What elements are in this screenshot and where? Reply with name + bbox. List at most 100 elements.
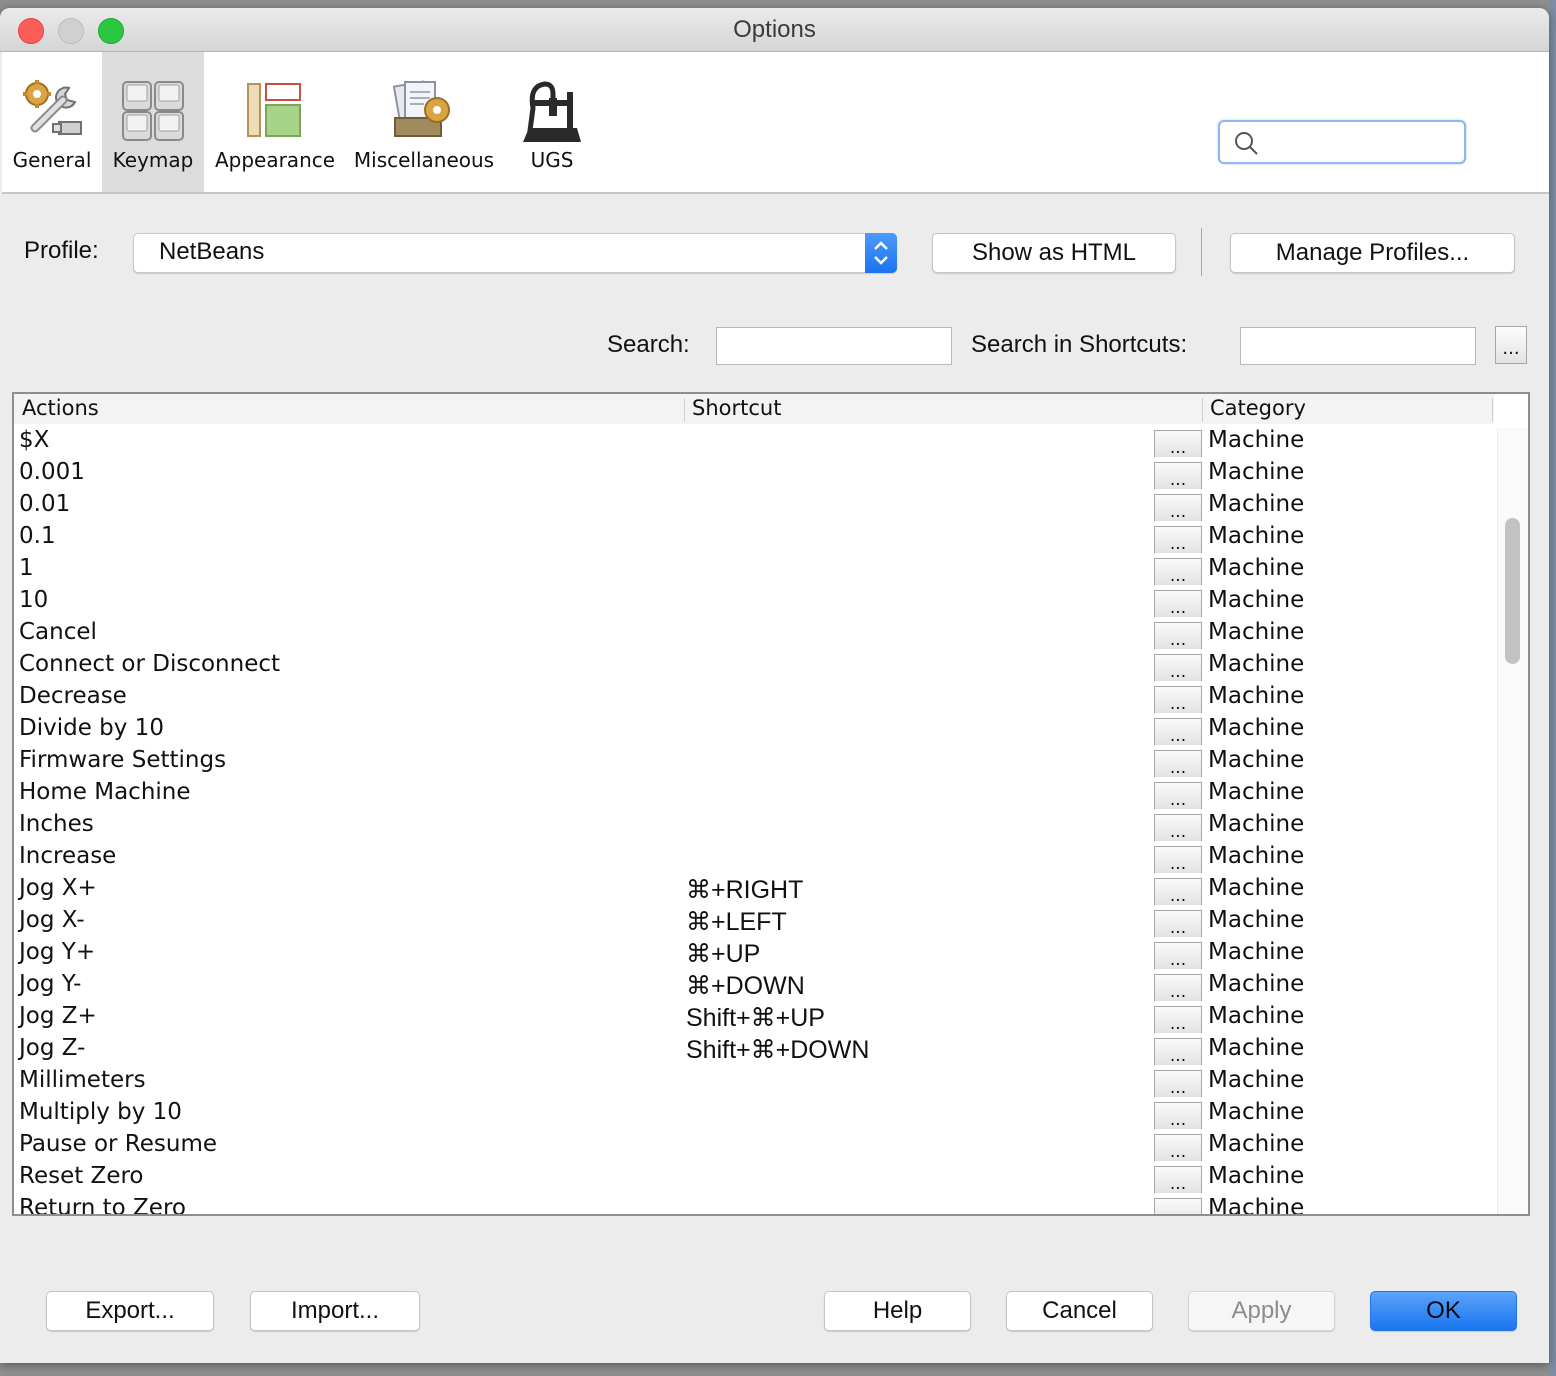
edit-shortcut-button[interactable]: ...	[1154, 1006, 1202, 1034]
category-general[interactable]: General	[2, 52, 102, 192]
table-row[interactable]: Increase... Machine	[14, 842, 1494, 874]
edit-shortcut-button[interactable]: ...	[1154, 910, 1202, 938]
edit-shortcut-button[interactable]: ...	[1154, 462, 1202, 490]
table-row[interactable]: Return to Zero... Machine	[14, 1194, 1494, 1216]
edit-shortcut-button[interactable]: ...	[1154, 1166, 1202, 1194]
category-label: UGS	[530, 148, 574, 172]
shortcut-cell[interactable]: Shift+⌘+DOWN	[686, 1035, 869, 1065]
table-row[interactable]: Jog Y- ⌘+DOWN... Machine	[14, 970, 1494, 1002]
export-button[interactable]: Export...	[46, 1291, 214, 1331]
vertical-scrollbar[interactable]	[1497, 428, 1528, 1214]
edit-shortcut-button[interactable]: ...	[1154, 878, 1202, 906]
edit-shortcut-button[interactable]: ...	[1154, 494, 1202, 522]
shortcut-cell[interactable]: ⌘+RIGHT	[686, 875, 803, 905]
edit-shortcut-button[interactable]: ...	[1154, 1102, 1202, 1130]
help-button[interactable]: Help	[824, 1291, 971, 1331]
edit-shortcut-button[interactable]: ...	[1154, 974, 1202, 1002]
table-row[interactable]: Millimeters... Machine	[14, 1066, 1494, 1098]
column-divider[interactable]	[1202, 398, 1203, 422]
action-cell: Decrease	[19, 683, 127, 709]
table-row[interactable]: Cancel... Machine	[14, 618, 1494, 650]
column-divider	[1492, 398, 1493, 422]
table-row[interactable]: Jog X+ ⌘+RIGHT... Machine	[14, 874, 1494, 906]
edit-shortcut-button[interactable]: ...	[1154, 846, 1202, 874]
table-row[interactable]: Jog Z+ Shift+⌘+UP... Machine	[14, 1002, 1494, 1034]
background-window	[1549, 0, 1556, 1376]
table-row[interactable]: Reset Zero... Machine	[14, 1162, 1494, 1194]
table-row[interactable]: 0.001... Machine	[14, 458, 1494, 490]
table-row[interactable]: Pause or Resume... Machine	[14, 1130, 1494, 1162]
manage-profiles-button[interactable]: Manage Profiles...	[1230, 233, 1515, 273]
edit-shortcut-button[interactable]: ...	[1154, 942, 1202, 970]
edit-shortcut-button[interactable]: ...	[1154, 782, 1202, 810]
edit-shortcut-button[interactable]: ...	[1154, 654, 1202, 682]
edit-shortcut-button[interactable]: ...	[1154, 1038, 1202, 1066]
shortcut-cell[interactable]: ⌘+UP	[686, 939, 760, 969]
category-cell: Machine	[1208, 1035, 1305, 1061]
title-bar[interactable]: Options	[0, 8, 1549, 52]
category-appearance[interactable]: Appearance	[206, 52, 344, 192]
edit-shortcut-button[interactable]: ...	[1154, 686, 1202, 714]
table-row[interactable]: Jog X- ⌘+LEFT... Machine	[14, 906, 1494, 938]
scrollbar-thumb[interactable]	[1505, 518, 1520, 664]
edit-shortcut-button[interactable]: ...	[1154, 1134, 1202, 1162]
shortcut-cell[interactable]: ⌘+LEFT	[686, 907, 787, 937]
category-label: General	[12, 148, 92, 172]
table-row[interactable]: Inches... Machine	[14, 810, 1494, 842]
table-row[interactable]: Divide by 10... Machine	[14, 714, 1494, 746]
column-header-actions[interactable]: Actions	[22, 396, 99, 420]
column-header-category[interactable]: Category	[1210, 396, 1306, 420]
profile-select[interactable]: NetBeans	[133, 233, 897, 273]
action-cell: 1	[19, 555, 34, 581]
shortcut-capture-button[interactable]: ...	[1495, 326, 1527, 364]
category-ugs[interactable]: UGS	[502, 52, 602, 192]
search-icon	[1235, 132, 1258, 155]
table-row[interactable]: Connect or Disconnect... Machine	[14, 650, 1494, 682]
edit-shortcut-button[interactable]: ...	[1154, 1070, 1202, 1098]
table-row[interactable]: Firmware Settings... Machine	[14, 746, 1494, 778]
edit-shortcut-button[interactable]: ...	[1154, 430, 1202, 458]
table-row[interactable]: $X... Machine	[14, 426, 1494, 458]
shortcut-cell[interactable]: ⌘+DOWN	[686, 971, 805, 1001]
action-cell: Pause or Resume	[19, 1131, 218, 1157]
edit-shortcut-button[interactable]: ...	[1154, 750, 1202, 778]
table-row[interactable]: Home Machine... Machine	[14, 778, 1494, 810]
shortcut-search-input[interactable]	[1240, 327, 1476, 365]
edit-shortcut-button[interactable]: ...	[1154, 814, 1202, 842]
action-cell: 0.1	[19, 523, 56, 549]
action-search-input[interactable]	[716, 327, 952, 365]
table-row[interactable]: Jog Z- Shift+⌘+DOWN... Machine	[14, 1034, 1494, 1066]
category-miscellaneous[interactable]: Miscellaneous	[348, 52, 500, 192]
column-divider[interactable]	[684, 398, 685, 422]
shortcut-cell[interactable]: Shift+⌘+UP	[686, 1003, 825, 1033]
table-header: Actions Shortcut Category	[14, 394, 1494, 424]
category-cell: Machine	[1208, 491, 1305, 517]
show-as-html-button[interactable]: Show as HTML	[932, 233, 1176, 273]
options-search-input[interactable]	[1218, 120, 1466, 164]
table-row[interactable]: 0.01... Machine	[14, 490, 1494, 522]
table-row[interactable]: 10... Machine	[14, 586, 1494, 618]
column-header-shortcut[interactable]: Shortcut	[692, 396, 781, 420]
edit-shortcut-button[interactable]: ...	[1154, 1198, 1202, 1214]
category-cell: Machine	[1208, 587, 1305, 613]
edit-shortcut-button[interactable]: ...	[1154, 718, 1202, 746]
table-row[interactable]: 0.1... Machine	[14, 522, 1494, 554]
category-cell: Machine	[1208, 843, 1305, 869]
table-row[interactable]: Decrease... Machine	[14, 682, 1494, 714]
table-row[interactable]: Jog Y+ ⌘+UP... Machine	[14, 938, 1494, 970]
toolbar-separator	[1201, 228, 1202, 276]
edit-shortcut-button[interactable]: ...	[1154, 558, 1202, 586]
action-cell: Jog X-	[19, 907, 85, 933]
apply-button[interactable]: Apply	[1188, 1291, 1335, 1331]
table-row[interactable]: Multiply by 10... Machine	[14, 1098, 1494, 1130]
documents-gear-icon	[391, 78, 457, 144]
category-keymap[interactable]: Keymap	[102, 52, 204, 192]
import-button[interactable]: Import...	[250, 1291, 420, 1331]
edit-shortcut-button[interactable]: ...	[1154, 622, 1202, 650]
cancel-button[interactable]: Cancel	[1006, 1291, 1153, 1331]
edit-shortcut-button[interactable]: ...	[1154, 590, 1202, 618]
ok-button[interactable]: OK	[1370, 1291, 1517, 1331]
table-row[interactable]: 1... Machine	[14, 554, 1494, 586]
edit-shortcut-button[interactable]: ...	[1154, 526, 1202, 554]
category-cell: Machine	[1208, 1195, 1305, 1216]
